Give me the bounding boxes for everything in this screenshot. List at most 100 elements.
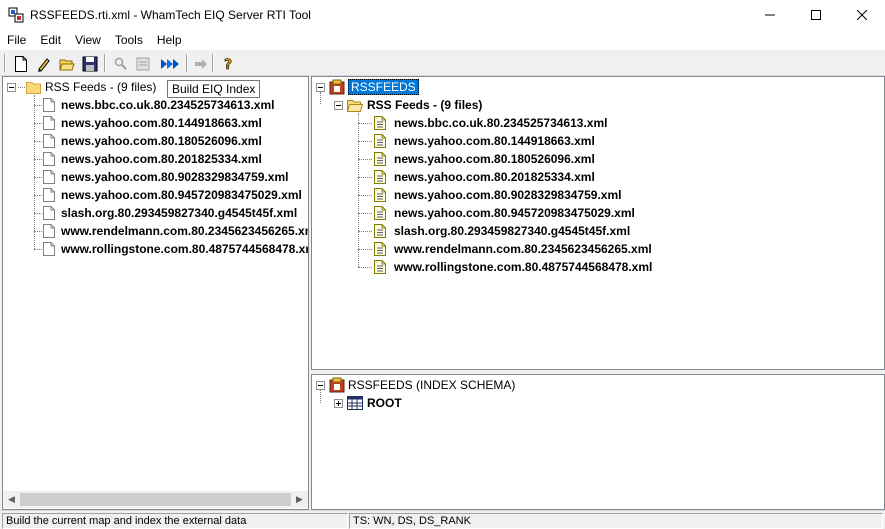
tree-line (34, 177, 42, 178)
tree-line (358, 267, 372, 268)
open-folder-icon (347, 100, 363, 112)
scrollbar-thumb[interactable] (20, 493, 291, 506)
collapse-icon[interactable] (334, 100, 343, 110)
schema-child-row[interactable]: ROOT (334, 394, 402, 412)
map-file-item[interactable]: news.yahoo.com.80.201825334.xml (374, 168, 595, 186)
map-file-name: news.yahoo.com.80.201825334.xml (394, 170, 595, 184)
scroll-right-icon[interactable]: ▶ (291, 491, 308, 508)
file-list-item[interactable]: news.yahoo.com.80.144918663.xml (43, 114, 262, 132)
svg-text:?: ? (224, 57, 232, 72)
collapse-icon[interactable] (316, 82, 325, 92)
map-file-name: news.bbc.co.uk.80.234525734613.xml (394, 116, 608, 130)
help-button[interactable]: ? (218, 53, 240, 75)
save-icon (82, 56, 98, 72)
save-button[interactable] (79, 53, 101, 75)
run-icon (195, 59, 207, 69)
tree-root-row[interactable]: RSS Feeds - (9 files) (7, 78, 156, 96)
map-file-name: news.yahoo.com.80.945720983475029.xml (394, 206, 635, 220)
tree-line (34, 249, 42, 250)
collapse-icon[interactable] (316, 380, 325, 390)
maximize-button[interactable] (793, 0, 839, 30)
schema-root-row[interactable]: RSSFEEDS (INDEX SCHEMA) (316, 376, 515, 394)
xml-file-icon (374, 242, 386, 256)
file-icon (43, 188, 55, 202)
find-button[interactable] (110, 53, 132, 75)
tree-line (358, 231, 372, 232)
map-file-item[interactable]: slash.org.80.293459827340.g4545t45f.xml (374, 222, 630, 240)
minimize-icon (765, 14, 775, 16)
xml-file-icon (374, 170, 386, 184)
collapse-icon[interactable] (7, 82, 16, 92)
toolbar-separator (104, 54, 106, 72)
file-list-item[interactable]: news.yahoo.com.80.9028329834759.xml (43, 168, 288, 186)
close-button[interactable] (839, 0, 885, 30)
menu-bar: File Edit View Tools Help (0, 30, 885, 50)
file-list-item[interactable]: news.yahoo.com.80.180526096.xml (43, 132, 262, 150)
maximize-icon (811, 10, 821, 20)
file-list-item[interactable]: www.rendelmann.com.80.2345623456265.xml (43, 222, 309, 240)
tree-line (34, 141, 42, 142)
tree-line (34, 95, 35, 249)
toolbar-separator (212, 54, 214, 72)
app-icon[interactable] (8, 7, 24, 23)
edit-button[interactable] (33, 53, 55, 75)
file-icon (43, 116, 55, 130)
map-file-item[interactable]: news.yahoo.com.80.9028329834759.xml (374, 186, 621, 204)
file-name: slash.org.80.293459827340.g4545t45f.xml (61, 206, 298, 220)
menu-help[interactable]: Help (150, 30, 189, 50)
file-list-item[interactable]: slash.org.80.293459827340.g4545t45f.xml (43, 204, 297, 222)
menu-tools[interactable]: Tools (108, 30, 150, 50)
file-icon (43, 134, 55, 148)
tree-line (358, 195, 372, 196)
build-index-button[interactable] (160, 53, 182, 75)
map-file-item[interactable]: news.yahoo.com.80.180526096.xml (374, 150, 595, 168)
file-list-item[interactable]: www.rollingstone.com.80.4875744568478.xm… (43, 240, 308, 258)
tree-root-label: RSS Feeds - (9 files) (45, 80, 157, 94)
refresh-button[interactable] (132, 53, 154, 75)
tree-line (358, 213, 372, 214)
map-file-item[interactable]: news.yahoo.com.80.144918663.xml (374, 132, 595, 150)
minimize-button[interactable] (747, 0, 793, 30)
file-name: www.rendelmann.com.80.2345623456265.xml (61, 224, 309, 238)
help-icon: ? (224, 57, 233, 72)
map-file-item[interactable]: news.bbc.co.uk.80.234525734613.xml (374, 114, 607, 132)
menu-edit[interactable]: Edit (33, 30, 68, 50)
file-list-item[interactable]: news.yahoo.com.80.945720983475029.xml (43, 186, 302, 204)
menu-view[interactable]: View (68, 30, 108, 50)
tree-line (320, 92, 321, 104)
xml-file-icon (374, 116, 386, 130)
file-name: news.yahoo.com.80.180526096.xml (61, 134, 262, 148)
open-icon (59, 59, 75, 71)
schema-root-label: RSSFEEDS (INDEX SCHEMA) (348, 378, 516, 392)
map-folder-row[interactable]: RSS Feeds - (9 files) (334, 96, 482, 114)
file-name: news.yahoo.com.80.945720983475029.xml (61, 188, 302, 202)
map-folder-label: RSS Feeds - (9 files) (367, 98, 483, 112)
file-list-item[interactable]: news.yahoo.com.80.201825334.xml (43, 150, 262, 168)
map-file-item[interactable]: news.yahoo.com.80.945720983475029.xml (374, 204, 635, 222)
database-icon (329, 79, 345, 95)
map-tree-pane[interactable]: RSSFEEDS RSS Feeds - (9 files) news.bbc.… (311, 76, 885, 370)
tree-line (34, 231, 42, 232)
run-button[interactable] (190, 53, 212, 75)
map-file-name: slash.org.80.293459827340.g4545t45f.xml (394, 224, 631, 238)
file-list-item[interactable]: news.bbc.co.uk.80.234525734613.xml (43, 96, 274, 114)
file-icon (43, 98, 55, 112)
xml-file-icon (374, 206, 386, 220)
xml-file-icon (374, 152, 386, 166)
horizontal-scrollbar[interactable]: ◀ ▶ (3, 491, 308, 508)
tree-line (358, 141, 372, 142)
menu-file[interactable]: File (0, 30, 33, 50)
open-button[interactable] (56, 53, 78, 75)
find-icon (114, 57, 127, 70)
new-button[interactable] (10, 53, 32, 75)
file-tree-pane[interactable]: RSS Feeds - (9 files) news.bbc.co.uk.80.… (2, 76, 309, 510)
map-file-item[interactable]: www.rendelmann.com.80.2345623456265.xml (374, 240, 652, 258)
tooltip: Build EIQ Index (167, 80, 261, 98)
map-file-item[interactable]: www.rollingstone.com.80.4875744568478.xm… (374, 258, 652, 276)
map-root-row[interactable]: RSSFEEDS (316, 78, 419, 96)
expand-icon[interactable] (334, 398, 343, 408)
status-message: Build the current map and index the exte… (2, 513, 348, 529)
schema-tree-pane[interactable]: RSSFEEDS (INDEX SCHEMA) ROOT (311, 374, 885, 510)
map-file-name: www.rendelmann.com.80.2345623456265.xml (394, 242, 652, 256)
scroll-left-icon[interactable]: ◀ (3, 491, 20, 508)
